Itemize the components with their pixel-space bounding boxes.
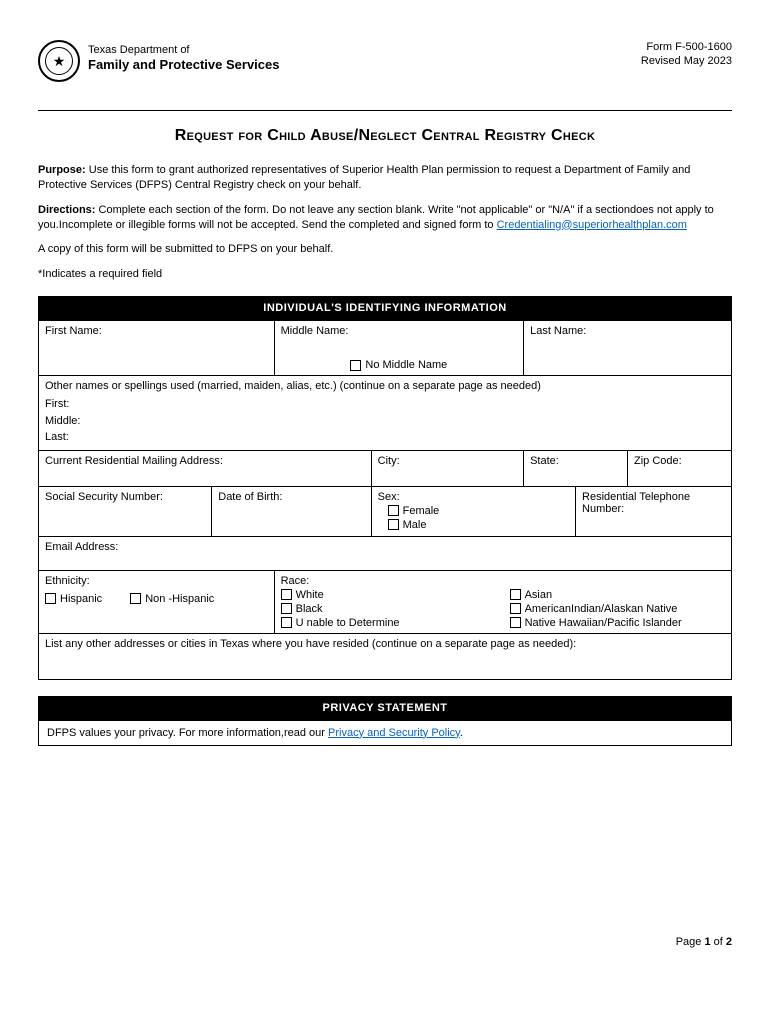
- checkbox-icon[interactable]: [281, 617, 292, 628]
- state-label: State:: [530, 455, 621, 467]
- other-addresses-label: List any other addresses or cities in Te…: [45, 638, 725, 650]
- directions-paragraph: Directions: Complete each section of the…: [38, 203, 732, 233]
- sex-male-option[interactable]: Male: [388, 519, 569, 531]
- sex-female-option[interactable]: Female: [388, 505, 569, 517]
- other-addresses-cell[interactable]: List any other addresses or cities in Te…: [39, 633, 732, 679]
- race-black-option[interactable]: Black: [281, 603, 400, 615]
- checkbox-icon[interactable]: [130, 593, 141, 604]
- checkbox-icon[interactable]: [350, 360, 361, 371]
- state-cell[interactable]: State:: [524, 450, 628, 486]
- privacy-cell: DFPS values your privacy. For more infor…: [39, 720, 732, 745]
- phone-cell[interactable]: Residential Telephone Number:: [576, 486, 732, 536]
- checkbox-icon[interactable]: [388, 505, 399, 516]
- privacy-table: DFPS values your privacy. For more infor…: [38, 720, 732, 746]
- page-title: Request for Child Abuse/Neglect Central …: [38, 127, 732, 145]
- privacy-policy-link[interactable]: Privacy and Security Policy: [328, 727, 460, 739]
- checkbox-icon[interactable]: [45, 593, 56, 604]
- required-note: *Indicates a required field: [38, 267, 732, 282]
- sex-cell[interactable]: Sex: Female Male: [371, 486, 575, 536]
- phone-label: Residential Telephone Number:: [582, 491, 725, 515]
- form-meta: Form F-500-1600 Revised May 2023: [641, 40, 732, 69]
- race-white-option[interactable]: White: [281, 589, 400, 601]
- eth-hispanic-option[interactable]: Hispanic: [45, 593, 102, 605]
- ethnicity-label: Ethnicity:: [45, 575, 268, 587]
- form-number: Form F-500-1600: [641, 40, 732, 54]
- race-unable-option[interactable]: U nable to Determine: [281, 617, 400, 629]
- no-middle-label: No Middle Name: [365, 359, 447, 371]
- form-revised: Revised May 2023: [641, 54, 732, 68]
- purpose-paragraph: Purpose: Use this form to grant authoriz…: [38, 163, 732, 193]
- middle-name-cell[interactable]: Middle Name: No Middle Name: [274, 321, 523, 376]
- other-middle-label: Middle:: [45, 413, 725, 430]
- zip-label: Zip Code:: [634, 455, 725, 467]
- directions-label: Directions:: [38, 204, 95, 216]
- checkbox-icon[interactable]: [510, 603, 521, 614]
- page-number: Page 1 of 2: [38, 936, 732, 948]
- dob-cell[interactable]: Date of Birth:: [212, 486, 371, 536]
- identifying-info-table: First Name: Middle Name: No Middle Name …: [38, 320, 732, 680]
- department-name: Texas Department of Family and Protectiv…: [88, 44, 279, 73]
- sex-label: Sex:: [378, 491, 569, 503]
- email-cell[interactable]: Email Address:: [39, 536, 732, 570]
- section-header-identifying: INDIVIDUAL'S IDENTIFYING INFORMATION: [38, 296, 732, 320]
- privacy-text-before: DFPS values your privacy. For more infor…: [47, 727, 328, 739]
- dfps-seal-icon: ★: [38, 40, 80, 82]
- city-label: City:: [378, 455, 517, 467]
- zip-cell[interactable]: Zip Code:: [628, 450, 732, 486]
- race-nhpi-option[interactable]: Native Hawaiian/Pacific Islander: [510, 617, 682, 629]
- city-cell[interactable]: City:: [371, 450, 523, 486]
- checkbox-icon[interactable]: [388, 519, 399, 530]
- race-cell[interactable]: Race: White Black U nable to Determine A…: [274, 570, 731, 633]
- ethnicity-cell[interactable]: Ethnicity: Hispanic Non -Hispanic: [39, 570, 275, 633]
- dept-line1: Texas Department of: [88, 44, 279, 57]
- purpose-text: Use this form to grant authorized repres…: [38, 164, 690, 191]
- no-middle-name-option[interactable]: No Middle Name: [281, 337, 517, 371]
- other-names-cell[interactable]: Other names or spellings used (married, …: [39, 376, 732, 451]
- last-name-label: Last Name:: [530, 325, 725, 337]
- dept-line2: Family and Protective Services: [88, 57, 279, 73]
- last-name-cell[interactable]: Last Name:: [524, 321, 732, 376]
- eth-nonhispanic-option[interactable]: Non -Hispanic: [130, 593, 214, 605]
- race-aian-option[interactable]: AmericanIndian/Alaskan Native: [510, 603, 682, 615]
- first-name-label: First Name:: [45, 325, 268, 337]
- copy-note: A copy of this form will be submitted to…: [38, 242, 732, 257]
- dob-label: Date of Birth:: [218, 491, 364, 503]
- address-cell[interactable]: Current Residential Mailing Address:: [39, 450, 372, 486]
- checkbox-icon[interactable]: [510, 589, 521, 600]
- department-identity: ★ Texas Department of Family and Protect…: [38, 40, 279, 82]
- privacy-text-after: .: [460, 727, 463, 739]
- checkbox-icon[interactable]: [281, 603, 292, 614]
- other-first-label: First:: [45, 396, 725, 413]
- checkbox-icon[interactable]: [510, 617, 521, 628]
- email-label: Email Address:: [45, 541, 725, 553]
- document-header: ★ Texas Department of Family and Protect…: [38, 40, 732, 82]
- purpose-label: Purpose:: [38, 164, 86, 176]
- checkbox-icon[interactable]: [281, 589, 292, 600]
- race-asian-option[interactable]: Asian: [510, 589, 682, 601]
- section-header-privacy: PRIVACY STATEMENT: [38, 696, 732, 720]
- ssn-cell[interactable]: Social Security Number:: [39, 486, 212, 536]
- address-label: Current Residential Mailing Address:: [45, 455, 365, 467]
- ssn-label: Social Security Number:: [45, 491, 205, 503]
- credentialing-email-link[interactable]: Credentialing@superiorhealthplan.com: [497, 219, 687, 231]
- header-rule: [38, 110, 732, 111]
- other-names-label: Other names or spellings used (married, …: [45, 380, 541, 392]
- first-name-cell[interactable]: First Name:: [39, 321, 275, 376]
- middle-name-label: Middle Name:: [281, 325, 517, 337]
- other-last-label: Last:: [45, 429, 725, 446]
- race-label: Race:: [281, 575, 725, 587]
